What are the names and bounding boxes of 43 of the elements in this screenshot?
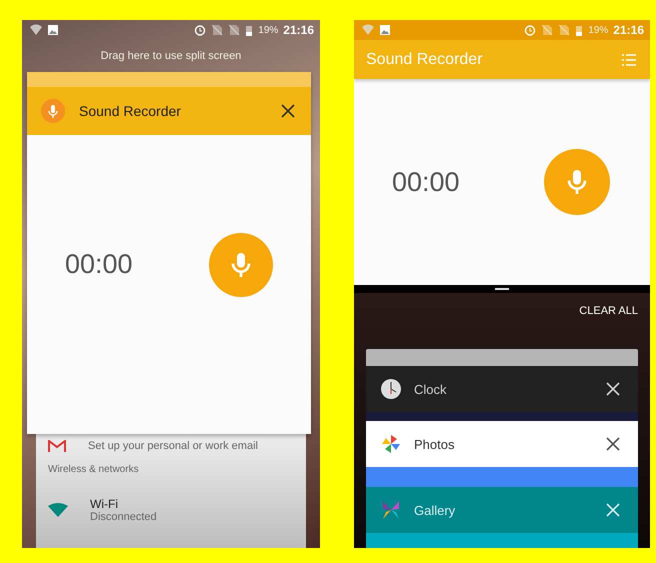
wifi-status: Disconnected [90, 511, 157, 523]
split-screen-hint: Drag here to use split screen [100, 50, 242, 62]
app-card[interactable]: Sound Recorder 00:00 [27, 72, 311, 434]
image-icon [47, 24, 59, 36]
alarm-icon [194, 24, 206, 36]
wifi-icon [30, 24, 42, 36]
timer-text: 00:00 [392, 166, 460, 198]
battery-icon [245, 24, 254, 36]
email-subtitle: Set up your personal or work email [88, 440, 258, 452]
close-button[interactable] [604, 435, 622, 453]
clock-icon [380, 378, 402, 400]
image-icon [379, 24, 391, 36]
no-sim-icon [228, 24, 240, 36]
section-header: Wireless & networks [48, 464, 140, 475]
drag-handle[interactable] [495, 288, 509, 290]
close-button[interactable] [279, 102, 297, 120]
wifi-icon [362, 24, 374, 36]
battery-percent: 19% [258, 24, 278, 36]
no-sim-icon [558, 24, 570, 36]
clear-all-button[interactable]: CLEAR ALL [579, 293, 638, 329]
task-title: Photos [414, 436, 456, 452]
no-sim-icon [211, 24, 224, 36]
task-card[interactable]: Photos [366, 421, 638, 467]
battery-percent: 19% [588, 24, 608, 36]
microphone-icon [41, 99, 65, 123]
task-title: Clock [414, 382, 448, 396]
timer-text: 00:00 [65, 249, 133, 280]
task-card[interactable]: Clock [366, 366, 638, 412]
close-button[interactable] [604, 380, 622, 398]
pinwheel-icon [380, 433, 402, 455]
no-sim-icon [541, 24, 554, 36]
clock-time: 21:16 [613, 23, 644, 37]
wifi-title: Wi-Fi [90, 497, 119, 511]
battery-icon [575, 24, 584, 36]
butterfly-icon [380, 499, 402, 521]
task-card[interactable]: Gallery [366, 487, 638, 533]
task-title: Gallery [414, 502, 456, 518]
clock-time: 21:16 [283, 23, 314, 37]
app-title: Sound Recorder [366, 50, 484, 69]
mail-icon [48, 440, 66, 452]
wifi-icon [48, 503, 68, 517]
app-title: Sound Recorder [79, 103, 182, 119]
alarm-icon [524, 24, 536, 36]
